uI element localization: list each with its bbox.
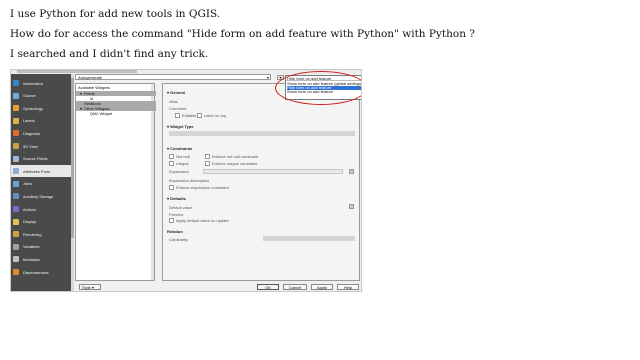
sidebar-item-label: Diagrams [23,130,41,136]
sidebar-scrollbar[interactable] [71,74,74,291]
sidebar-item-label: Labels [23,118,35,124]
3d-view-icon [13,143,19,149]
symbology-icon [13,105,19,112]
ok-button[interactable]: OK [257,284,279,290]
help-button[interactable]: Help [337,284,359,290]
sidebar-item-display[interactable]: Display [11,216,71,228]
sidebar-item-auxiliary-storage[interactable]: Auxiliary Storage [11,190,71,202]
expression-button[interactable] [349,169,354,174]
sidebar-item-label: Metadata [23,256,40,262]
rendering-icon [13,231,19,238]
tree-row-label: QML Widget [90,111,113,116]
unique-checkbox[interactable]: Unique [169,161,189,166]
chevron-down-icon: ▾ [266,75,269,80]
form-suppress-dropdown[interactable]: Hide form on add feature Show form on ad… [285,75,361,100]
joins-icon [13,180,19,187]
tree-row[interactable]: QML Widget [76,111,162,116]
sidebar-item-rendering[interactable]: Rendering [11,228,71,240]
dependencies-icon [13,269,19,275]
default-value-expression-button[interactable] [349,204,354,209]
sidebar-item-label: Symbology [23,105,43,111]
widget-type-field[interactable] [169,131,355,136]
sidebar-item-label: Rendering [23,231,42,237]
sidebar-item-source[interactable]: Source [11,90,71,102]
sidebar-item-actions[interactable]: Actions [11,203,71,215]
sidebar-item-label: Joins [23,181,33,187]
available-widgets-tree: Available Widgets ▾ Fields id Relations ▾ Oth… [75,83,156,281]
source-icon [13,92,19,99]
sidebar-item-label: Variables [23,244,40,250]
sidebar-item-joins[interactable]: Joins [11,178,71,190]
dropdown-option[interactable]: Show form on add feature [287,90,361,94]
sidebar-item-label: Attributes Form [23,168,51,174]
attributes-form-icon [13,168,19,175]
style-button[interactable]: Style ▾ [79,284,101,290]
cardinality-label: Cardinality [169,237,188,242]
apply-button[interactable]: Apply [311,284,333,290]
sidebar-item-label: Source [23,93,36,99]
question-line-2: How do for access the command "Hide form… [10,28,475,40]
relation-section-header: Relation [167,229,183,234]
widget-type-section-header[interactable]: ▾ Widget Type [167,124,194,129]
actions-icon [13,206,19,212]
default-value-label: Default value [169,205,193,210]
source-fields-icon [13,155,19,162]
tree-header: Available Widgets [78,85,110,90]
editable-checkbox[interactable]: Editable [175,113,196,118]
expression-field[interactable] [203,169,343,174]
layout-combo[interactable]: Autogenerate ▾ [75,74,271,80]
layout-combo-value: Autogenerate [78,75,103,80]
sidebar-item-label: 3D View [23,143,38,149]
cancel-button[interactable]: Cancel [283,284,307,290]
sidebar-item-label: Dependencies [23,269,49,275]
label-on-top-checkbox[interactable]: Label on top [197,113,226,118]
sidebar-item-diagrams[interactable]: Diagrams [11,127,71,139]
properties-sidebar: Information Source Symbology Labels Diagrams… [11,74,71,291]
defaults-section-header[interactable]: ▾ Defaults [167,196,186,201]
sidebar-item-metadata[interactable]: Metadata [11,253,71,265]
sidebar-item-label: Actions [23,206,37,212]
auxiliary-storage-icon [13,193,19,200]
not-null-checkbox[interactable]: Not null [169,154,190,159]
sidebar-item-attributes-form[interactable]: Attributes Form [11,165,71,178]
sidebar-item-source-fields[interactable]: Source Fields [11,153,71,165]
constraints-section-header[interactable]: ▾ Constraints [167,146,192,151]
alias-label: Alias [169,99,178,104]
sidebar-item-dependencies[interactable]: Dependencies [11,266,71,278]
variables-icon [13,243,19,250]
enforce-unique-checkbox[interactable]: Enforce unique constraint [205,161,257,166]
sidebar-item-3d-view[interactable]: 3D View [11,140,71,152]
sidebar-item-symbology[interactable]: Symbology [11,102,71,114]
question-line-3: I searched and I didn't find any trick. [10,48,209,60]
question-line-1: I use Python for add new tools in QGIS. [10,8,221,20]
sidebar-item-label: Display [23,219,37,225]
form-suppress-toggle[interactable]: ▾ [277,75,284,80]
enforce-not-null-checkbox[interactable]: Enforce not null constraint [205,154,258,159]
display-icon [13,218,19,225]
apply-on-update-checkbox[interactable]: Apply default value on update [169,218,229,223]
expression-label: Expression [169,169,189,174]
sidebar-item-variables[interactable]: Variables [11,241,71,253]
info-icon [13,80,19,86]
metadata-icon [13,256,19,263]
expression-description-label: Expression description [169,178,210,183]
general-section-header[interactable]: ▾ General [167,90,185,95]
cardinality-field[interactable] [263,236,355,241]
sidebar-item-label: Source Fields [23,156,48,162]
sidebar-item-label: Information [23,80,44,86]
enforce-expression-checkbox[interactable]: Enforce expression constraint [169,185,229,190]
field-properties-panel: ▾ General Alias Comment Editable Label o… [162,83,360,281]
layer-properties-dialog: Information Source Symbology Labels Diagrams… [10,69,362,292]
comment-label: Comment [169,106,187,111]
sidebar-item-labels[interactable]: Labels [11,115,71,127]
preview-label: Preview [169,212,184,217]
dialog-button-bar: Style ▾ OK Cancel Apply Help [11,282,361,291]
sidebar-item-label: Auxiliary Storage [23,193,54,199]
diagrams-icon [13,130,19,137]
sidebar-item-info[interactable]: Information [11,77,71,89]
labels-icon [13,117,19,124]
